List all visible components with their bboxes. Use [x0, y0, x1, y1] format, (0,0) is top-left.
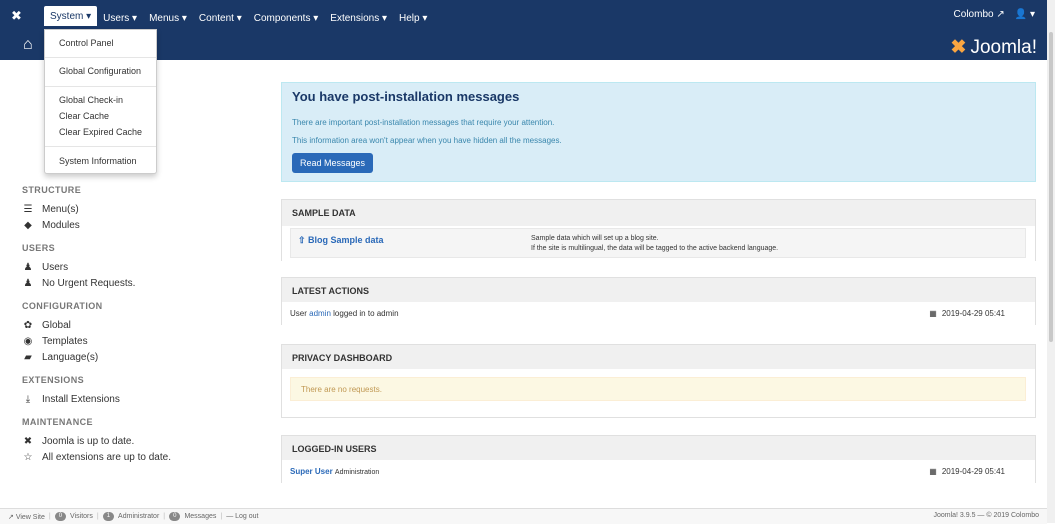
- section-structure: STRUCTURE: [22, 185, 82, 195]
- logged-in-date: ▦ 2019-04-29 05:41: [929, 467, 1005, 476]
- status-footer: ↗ View Site | 0 Visitors | 1 Administrator | …: [0, 508, 1047, 524]
- sidebar-item-templates[interactable]: ◉ Templates: [22, 333, 262, 349]
- download-icon: ⤓: [25, 393, 31, 405]
- sidebar-item-menus[interactable]: ☰ Menu(s): [22, 201, 262, 217]
- eye-icon: ◉: [23, 335, 33, 347]
- users-icon: ♟: [23, 261, 33, 273]
- dd-global-check-in[interactable]: Global Check-in: [59, 95, 123, 105]
- super-user-link[interactable]: Super User: [290, 467, 333, 476]
- latest-actions-panel: LATEST ACTIONS User admin logged in to a…: [281, 277, 1036, 325]
- top-navbar: ✖ System ▾ Users ▾ Menus ▾ Content ▾ Com…: [0, 0, 1047, 30]
- menu-extensions[interactable]: Extensions ▾: [324, 9, 393, 29]
- scrollbar-thumb[interactable]: [1049, 32, 1053, 342]
- administrator-label[interactable]: Administrator: [118, 513, 159, 520]
- system-dropdown: Control Panel Global Configuration Globa…: [44, 29, 157, 174]
- users-icon: ♟: [23, 277, 33, 289]
- header-bar: ⌂ ✖ Joomla!: [0, 30, 1047, 60]
- dd-control-panel[interactable]: Control Panel: [59, 38, 114, 48]
- view-site-link[interactable]: ↗ View Site: [8, 513, 45, 521]
- section-maintenance: MAINTENANCE: [22, 417, 93, 427]
- menu-users[interactable]: Users ▾: [97, 9, 143, 29]
- dd-system-information[interactable]: System Information: [59, 156, 137, 166]
- sidebar-item-users[interactable]: ♟ Users: [22, 259, 262, 275]
- sidebar-item-global[interactable]: ✿ Global: [22, 317, 262, 333]
- cube-icon: ◆: [24, 219, 32, 231]
- user-link[interactable]: admin: [309, 309, 331, 318]
- star-icon: ☆: [23, 451, 33, 463]
- logout-link[interactable]: — Log out: [226, 513, 258, 520]
- menu-content[interactable]: Content ▾: [193, 9, 248, 29]
- menu-components[interactable]: Components ▾: [248, 9, 325, 29]
- home-icon[interactable]: ⌂: [23, 36, 33, 54]
- section-extensions: EXTENSIONS: [22, 375, 85, 385]
- sample-data-desc-2: If the site is multilingual, the data wi…: [531, 245, 779, 252]
- scrollbar[interactable]: [1047, 0, 1055, 523]
- list-icon: ☰: [23, 203, 33, 215]
- joomla-logo-icon[interactable]: ✖: [11, 8, 22, 24]
- sample-data-row: ⇧ Blog Sample data Sample data which wil…: [290, 228, 1026, 258]
- messages-label[interactable]: Messages: [184, 513, 216, 520]
- panel-title: SAMPLE DATA: [292, 208, 356, 218]
- logged-in-users-panel: LOGGED-IN USERS Super User Administratio…: [281, 435, 1036, 483]
- menu-system[interactable]: System ▾: [44, 6, 98, 26]
- action-date: ▦ 2019-04-29 05:41: [929, 309, 1005, 318]
- user-menu-icon[interactable]: 👤 ▾: [1015, 9, 1035, 20]
- sidebar-item-requests[interactable]: ♟ No Urgent Requests.: [22, 275, 262, 291]
- sample-data-panel: SAMPLE DATA ⇧ Blog Sample data Sample da…: [281, 199, 1036, 261]
- admin-count: 1: [102, 512, 115, 521]
- dd-clear-cache[interactable]: Clear Cache: [59, 111, 109, 121]
- sample-data-desc-1: Sample data which will set up a blog sit…: [531, 235, 659, 242]
- sidebar-item-languages[interactable]: ▰ Language(s): [22, 349, 262, 365]
- sidebar-item-extensions-up-to-date[interactable]: ☆ All extensions are up to date.: [22, 449, 262, 465]
- alert-line-2: This information area won't appear when …: [292, 136, 562, 145]
- sidebar-item-modules[interactable]: ◆ Modules: [22, 217, 262, 233]
- visitors-count: 0: [54, 512, 67, 521]
- brand-logo: ✖ Joomla!: [951, 36, 1037, 59]
- logged-in-row: Super User Administration: [290, 467, 380, 476]
- dd-global-configuration[interactable]: Global Configuration: [59, 66, 141, 76]
- read-messages-button[interactable]: Read Messages: [292, 153, 373, 173]
- divider: [45, 57, 156, 58]
- cog-icon: ✿: [23, 319, 33, 331]
- action-row: User admin logged in to admin: [290, 309, 399, 318]
- visitors-label[interactable]: Visitors: [70, 513, 93, 520]
- sidebar-item-joomla-up-to-date[interactable]: ✖ Joomla is up to date.: [22, 433, 262, 449]
- joomla-mark-icon: ✖: [950, 37, 967, 58]
- main-menu: System ▾ Users ▾ Menus ▾ Content ▾ Compo…: [44, 6, 433, 29]
- messages-count: 0: [169, 512, 181, 521]
- joomla-icon: ✖: [23, 435, 33, 447]
- version-text: Joomla! 3.9.5 — © 2019 Colombo: [933, 512, 1039, 519]
- panel-title: LATEST ACTIONS: [292, 286, 369, 296]
- sidebar-item-install-extensions[interactable]: ⤓ Install Extensions: [22, 391, 262, 407]
- panel-title: PRIVACY DASHBOARD: [292, 353, 393, 363]
- blog-sample-data-link[interactable]: ⇧ Blog Sample data: [298, 235, 384, 246]
- no-requests-alert: There are no requests.: [290, 377, 1026, 401]
- divider: [45, 86, 156, 87]
- section-configuration: CONFIGURATION: [22, 301, 103, 311]
- post-install-alert: You have post-installation messages Ther…: [281, 82, 1036, 182]
- menu-menus[interactable]: Menus ▾: [143, 9, 193, 29]
- brand-text: Joomla!: [970, 36, 1037, 58]
- privacy-dashboard-panel: PRIVACY DASHBOARD There are no requests.: [281, 344, 1036, 418]
- alert-title: You have post-installation messages: [292, 89, 520, 104]
- calendar-icon: ▦: [929, 309, 937, 318]
- dd-clear-expired-cache[interactable]: Clear Expired Cache: [59, 127, 142, 137]
- panel-title: LOGGED-IN USERS: [292, 444, 377, 454]
- comments-icon: ▰: [24, 351, 32, 363]
- section-users: USERS: [22, 243, 56, 253]
- calendar-icon: ▦: [929, 467, 937, 476]
- menu-help[interactable]: Help ▾: [393, 9, 433, 29]
- alert-line-1: There are important post-installation me…: [292, 118, 555, 127]
- site-link[interactable]: Colombo ↗: [954, 9, 1005, 20]
- divider: [45, 146, 156, 147]
